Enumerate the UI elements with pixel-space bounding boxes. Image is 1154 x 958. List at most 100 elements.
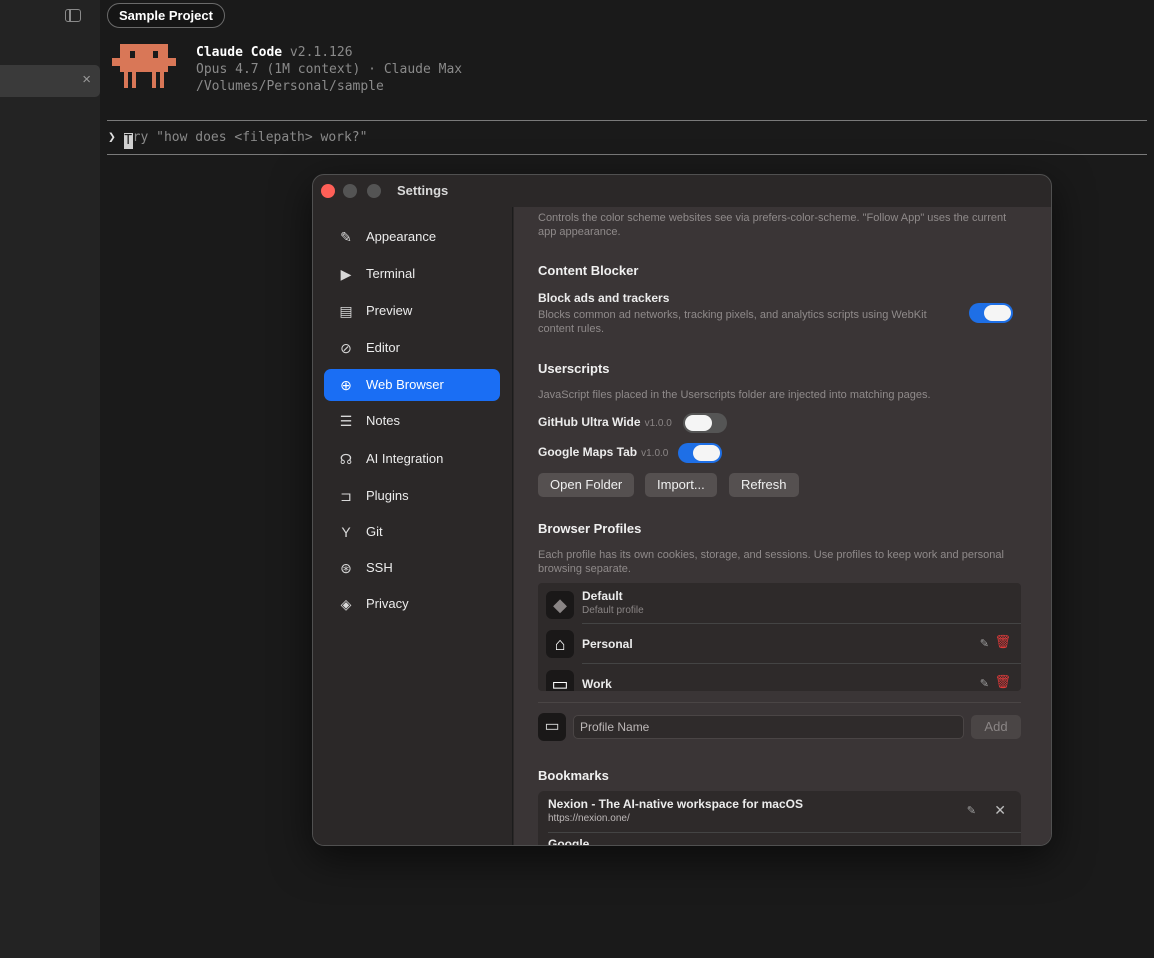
toggle-knob (984, 305, 1011, 321)
diamond-icon: ◆ (546, 591, 574, 619)
nav-item-editor[interactable]: ⊘ Editor (324, 332, 500, 364)
profile-name-input[interactable] (573, 715, 964, 739)
window-titlebar[interactable]: Settings (313, 175, 1051, 207)
content-blocker-heading: Content Blocker (538, 263, 639, 278)
google-maps-tab-toggle[interactable] (678, 443, 722, 463)
profile-name: Default (582, 589, 623, 603)
product-name: Claude Code (196, 45, 283, 60)
bookmark-url: https://nexion.one/ (548, 813, 630, 824)
nav-label: SSH (366, 560, 393, 575)
color-scheme-description: Controls the color scheme websites see v… (538, 212, 1007, 238)
block-ads-description: Blocks common ad networks, tracking pixe… (538, 309, 927, 335)
brain-icon: ☊ (339, 451, 353, 467)
userscripts-heading: Userscripts (538, 361, 610, 376)
block-ads-title: Block ads and trackers (538, 291, 670, 305)
settings-nav: ✎ Appearance ▶ Terminal ▤ Preview ⊘ Editor ⊕… (313, 207, 513, 845)
nav-label: Web Browser (366, 377, 444, 392)
userscript-name: Google Maps Tab (538, 445, 638, 459)
browser-profiles-heading: Browser Profiles (538, 521, 642, 536)
open-folder-button[interactable]: Open Folder (538, 473, 635, 497)
window-title: Settings (397, 183, 449, 198)
profiles-divider (538, 702, 1021, 703)
github-ultra-wide-toggle[interactable] (683, 413, 727, 433)
globe-icon: ⊕ (340, 377, 352, 393)
nav-label: AI Integration (366, 451, 444, 466)
trash-icon[interactable]: 🗑 (994, 634, 1011, 650)
prompt-divider-top (107, 120, 1147, 121)
prompt-caret-icon: ❯ (108, 130, 116, 145)
toggle-knob (685, 415, 712, 431)
profile-row-personal[interactable]: ⌂ Personal ✎ 🗑 (538, 624, 1021, 664)
sidebar-session-item[interactable]: × (0, 65, 100, 97)
trash-icon[interactable]: 🗑 (994, 674, 1011, 690)
paintbrush-icon: ✎ (340, 229, 352, 245)
toggle-knob (693, 445, 720, 461)
nav-label: Notes (366, 413, 400, 428)
terminal-path-line: /Volumes/Personal/sample (196, 79, 384, 94)
claude-mascot-icon (112, 44, 176, 88)
text-cursor: T (123, 133, 133, 149)
terminal-prompt[interactable]: ❯ Try "how does <filepath> work?" (108, 129, 367, 149)
terminal-icon: ▶ (340, 266, 352, 282)
house-icon: ⌂ (546, 630, 574, 658)
nav-item-git[interactable]: Y Git (324, 516, 500, 548)
profile-row-default[interactable]: ◆ Default Default profile (538, 583, 1021, 623)
refresh-button[interactable]: Refresh (729, 473, 799, 497)
edit-icon[interactable]: ✎ (967, 804, 976, 817)
window-minimize-button[interactable] (343, 184, 357, 198)
settings-window: Settings ✎ Appearance ▶ Terminal ▤ Preview … (312, 174, 1052, 846)
nav-label: Plugins (366, 488, 409, 503)
prompt-placeholder: ry "how does <filepath> work?" (132, 130, 368, 145)
nav-item-notes[interactable]: ☰ Notes (324, 405, 500, 437)
window-zoom-button[interactable] (367, 184, 381, 198)
edit-icon[interactable]: ✎ (980, 637, 989, 650)
window-close-button[interactable] (321, 184, 335, 198)
profile-subtitle: Default profile (582, 605, 644, 616)
userscript-version: v1.0.0 (641, 448, 669, 459)
nav-item-appearance[interactable]: ✎ Appearance (324, 221, 500, 253)
nav-item-privacy[interactable]: ◈ Privacy (324, 588, 500, 620)
block-ads-toggle[interactable] (969, 303, 1013, 323)
nav-label: Editor (366, 340, 400, 355)
document-icon: ▤ (339, 303, 353, 319)
git-branch-icon: Y (341, 524, 351, 540)
nav-item-terminal[interactable]: ▶ Terminal (324, 258, 500, 290)
userscripts-description: JavaScript files placed in the Userscrip… (538, 389, 931, 401)
close-icon[interactable]: ✕ (994, 802, 1006, 819)
nav-item-plugins[interactable]: ⊐ Plugins (324, 480, 500, 512)
nav-item-ai-integration[interactable]: ☊ AI Integration (324, 443, 500, 475)
userscript-name: GitHub Ultra Wide (538, 415, 641, 429)
laptop-icon[interactable]: ▭ (538, 713, 566, 741)
add-profile-button[interactable]: Add (971, 715, 1021, 739)
userscript-version: v1.0.0 (644, 418, 672, 429)
network-icon: ⊛ (340, 560, 352, 576)
nav-item-preview[interactable]: ▤ Preview (324, 295, 500, 327)
nav-label: Terminal (366, 266, 416, 281)
profiles-list: ◆ Default Default profile ⌂ Personal ✎ 🗑… (538, 583, 1021, 691)
nav-label: Privacy (366, 596, 409, 611)
notes-icon: ☰ (339, 413, 353, 429)
nav-item-ssh[interactable]: ⊛ SSH (324, 552, 500, 584)
app-sidebar: × (0, 0, 100, 958)
userscript-google-maps-tab: Google Maps Tab v1.0.0 (538, 445, 668, 459)
nav-label: Appearance (366, 229, 437, 244)
nav-item-web-browser[interactable]: ⊕ Web Browser (324, 369, 500, 401)
product-version: v2.1.126 (289, 45, 353, 60)
close-icon[interactable]: × (82, 72, 91, 88)
bookmarks-heading: Bookmarks (538, 768, 609, 783)
bookmark-title[interactable]: Nexion - The AI-native workspace for mac… (548, 797, 803, 811)
settings-content: Controls the color scheme websites see v… (514, 207, 1051, 845)
userscript-github-ultra-wide: GitHub Ultra Wide v1.0.0 (538, 415, 672, 429)
browser-profiles-description: Each profile has its own cookies, storag… (538, 549, 1004, 575)
edit-icon[interactable]: ✎ (980, 677, 989, 690)
nav-label: Git (366, 524, 383, 539)
terminal-product-line: Claude Code v2.1.126 (196, 44, 353, 61)
terminal-model-line: Opus 4.7 (1M context) · Claude Max (196, 62, 463, 77)
sidebar-toggle-icon[interactable] (65, 9, 81, 22)
project-name-pill[interactable]: Sample Project (107, 3, 225, 28)
import-button[interactable]: Import... (645, 473, 717, 497)
profile-row-work[interactable]: ▭ Work ✎ 🗑 (538, 664, 1021, 691)
bookmark-title[interactable]: Google (548, 837, 589, 845)
bookmark-divider (548, 832, 1021, 833)
plugin-icon: ⊐ (340, 488, 352, 504)
